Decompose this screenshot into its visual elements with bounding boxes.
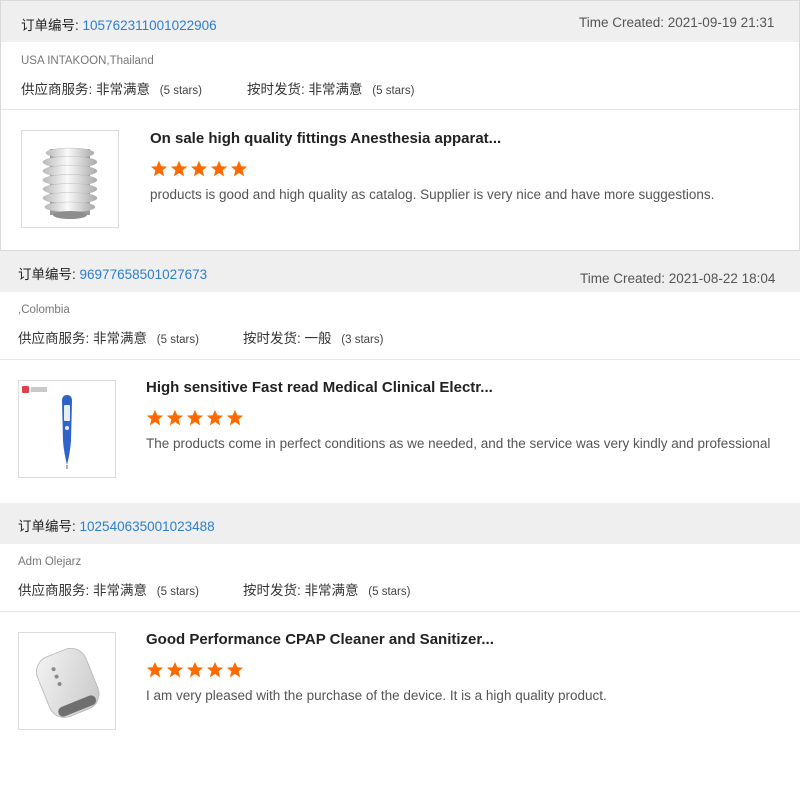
review-header: 订单编号: 96977658501027673 Time Created: 20… [0, 251, 800, 292]
shipping-stars: (3 stars) [341, 334, 384, 346]
star-icon [166, 661, 184, 678]
supplier-service-rating: 供应商服务: 非常满意 (5 stars) [18, 579, 243, 599]
divider [0, 611, 800, 612]
time-created: Time Created: 2021-08-22 18:04 [580, 271, 776, 286]
time-created: Time Created: 2021-09-19 21:31 [579, 15, 775, 30]
supplier-service-value: 非常满意 [93, 583, 148, 598]
supplier-service-stars: (5 stars) [156, 586, 199, 598]
supplier-service-rating: 供应商服务: 非常满意 (5 stars) [21, 78, 247, 98]
order-number-label: 订单编号: 105762311001022906 [21, 14, 217, 34]
divider [0, 359, 800, 360]
rating-stars [146, 661, 244, 679]
supplier-service-label: 供应商服务: [18, 583, 90, 598]
product-thumbnail[interactable] [21, 130, 119, 228]
shipping-rating: 按时发货: 一般 (3 stars) [243, 327, 383, 347]
review-card: 订单编号: 96977658501027673 Time Created: 20… [0, 251, 800, 503]
star-icon [190, 160, 208, 177]
review-card: 订单编号: 102540635001023488 Adm Olejarz 供应商… [0, 503, 800, 800]
buyer-name: USA INTAKOON,Thailand [21, 55, 154, 67]
review-comment: The products come in perfect conditions … [146, 436, 771, 451]
order-number-link[interactable]: 105762311001022906 [83, 18, 217, 33]
shipping-label: 按时发货: [243, 331, 301, 346]
product-thumbnail[interactable] [18, 632, 116, 730]
star-icon [166, 409, 184, 426]
product-title-link[interactable]: High sensitive Fast read Medical Clinica… [146, 379, 493, 396]
star-icon [206, 661, 224, 678]
supplier-service-stars: (5 stars) [159, 85, 202, 97]
order-label-text: 订单编号: [18, 267, 76, 282]
star-icon [226, 661, 244, 678]
seller-ratings: 供应商服务: 非常满意 (5 stars) 按时发货: 非常满意 (5 star… [18, 579, 410, 599]
supplier-service-value: 非常满意 [96, 82, 151, 97]
star-icon [226, 409, 244, 426]
digital-thermometer-image [22, 386, 72, 469]
rating-stars [150, 160, 248, 178]
order-number-link[interactable]: 96977658501027673 [80, 267, 208, 282]
rating-stars [146, 409, 244, 427]
order-label-text: 订单编号: [21, 18, 79, 33]
shipping-label: 按时发货: [247, 82, 305, 97]
star-icon [230, 160, 248, 177]
buyer-name: Adm Olejarz [18, 556, 82, 568]
star-icon [206, 409, 224, 426]
star-icon [186, 661, 204, 678]
shipping-value: 非常满意 [308, 82, 363, 97]
shipping-value: 一般 [304, 331, 332, 346]
supplier-service-label: 供应商服务: [18, 331, 90, 346]
review-header: 订单编号: 105762311001022906 Time Created: 2… [1, 1, 799, 42]
shipping-stars: (5 stars) [368, 586, 411, 598]
order-number-link[interactable]: 102540635001023488 [80, 519, 215, 534]
star-icon [146, 409, 164, 426]
supplier-service-rating: 供应商服务: 非常满意 (5 stars) [18, 327, 243, 347]
seller-ratings: 供应商服务: 非常满意 (5 stars) 按时发货: 一般 (3 stars) [18, 327, 383, 347]
shipping-label: 按时发货: [243, 583, 301, 598]
shipping-stars: (5 stars) [372, 85, 415, 97]
product-title-link[interactable]: Good Performance CPAP Cleaner and Saniti… [146, 631, 494, 648]
buyer-name: ,Colombia [18, 304, 70, 316]
supplier-service-value: 非常满意 [93, 331, 148, 346]
order-label-text: 订单编号: [18, 519, 76, 534]
review-comment: I am very pleased with the purchase of t… [146, 688, 607, 703]
shipping-rating: 按时发货: 非常满意 (5 stars) [243, 579, 410, 599]
product-title-link[interactable]: On sale high quality fittings Anesthesia… [150, 130, 501, 147]
bellows-fitting-image [42, 147, 98, 219]
supplier-service-stars: (5 stars) [156, 334, 199, 346]
shipping-value: 非常满意 [304, 583, 359, 598]
review-card: 订单编号: 105762311001022906 Time Created: 2… [0, 0, 800, 251]
star-icon [150, 160, 168, 177]
divider [1, 109, 799, 110]
review-header: 订单编号: 102540635001023488 [0, 503, 800, 544]
star-icon [186, 409, 204, 426]
cpap-cleaner-image [36, 647, 100, 718]
order-number-label: 订单编号: 102540635001023488 [18, 515, 215, 535]
seller-ratings: 供应商服务: 非常满意 (5 stars) 按时发货: 非常满意 (5 star… [21, 78, 414, 98]
star-icon [210, 160, 228, 177]
shipping-rating: 按时发货: 非常满意 (5 stars) [247, 78, 414, 98]
star-icon [170, 160, 188, 177]
review-comment: products is good and high quality as cat… [150, 187, 715, 202]
star-icon [146, 661, 164, 678]
order-number-label: 订单编号: 96977658501027673 [18, 263, 207, 283]
product-thumbnail[interactable] [18, 380, 116, 478]
supplier-service-label: 供应商服务: [21, 82, 93, 97]
